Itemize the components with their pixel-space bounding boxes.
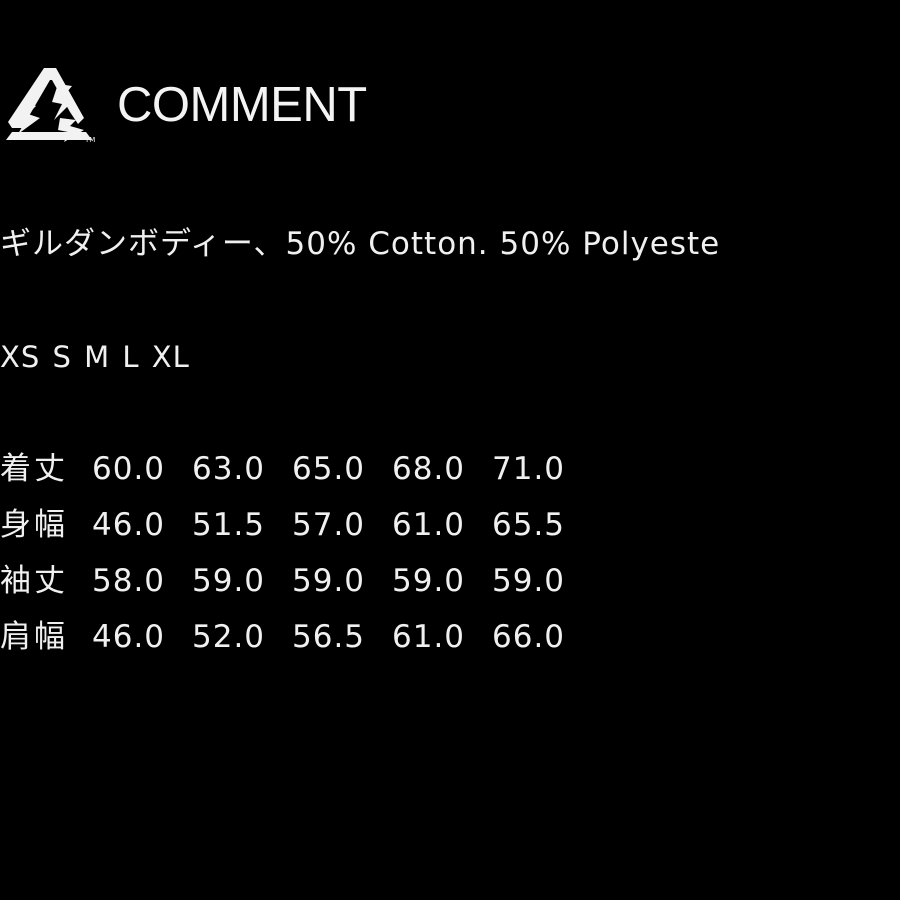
- measurement-value: 46.0: [92, 507, 166, 543]
- measurement-label: 袖丈: [0, 563, 68, 599]
- measurement-table: 着丈 60.0 63.0 65.0 68.0 71.0 身幅 46.0 51.5…: [0, 443, 592, 667]
- measurement-value: 59.0: [292, 563, 366, 599]
- measurement-value: 63.0: [192, 451, 266, 487]
- measurement-row: 肩幅 46.0 52.0 56.5 61.0 66.0: [0, 611, 592, 667]
- material-description: ギルダンボディー、50% Cotton. 50% Polyeste: [0, 226, 721, 262]
- brand-name: COMMENT: [117, 78, 367, 132]
- svg-text:TM: TM: [84, 136, 95, 144]
- header: TM COMMENT: [0, 58, 900, 148]
- measurement-value: 65.0: [292, 451, 366, 487]
- measurement-value: 46.0: [92, 619, 166, 655]
- measurement-value: 65.5: [492, 507, 566, 543]
- measurement-value: 59.0: [192, 563, 266, 599]
- measurement-value: 60.0: [92, 451, 166, 487]
- measurement-row: 袖丈 58.0 59.0 59.0 59.0 59.0: [0, 555, 592, 611]
- measurement-value: 56.5: [292, 619, 366, 655]
- measurement-row: 身幅 46.0 51.5 57.0 61.0 65.5: [0, 499, 592, 555]
- measurement-value: 58.0: [92, 563, 166, 599]
- measurement-value: 68.0: [392, 451, 466, 487]
- measurement-label: 肩幅: [0, 619, 68, 655]
- measurement-value: 52.0: [192, 619, 266, 655]
- measurement-value: 51.5: [192, 507, 266, 543]
- size-options: XS S M L XL: [0, 340, 190, 374]
- measurement-value: 66.0: [492, 619, 566, 655]
- measurement-value: 57.0: [292, 507, 366, 543]
- measurement-label: 身幅: [0, 507, 68, 543]
- measurement-value: 59.0: [492, 563, 566, 599]
- measurement-value: 61.0: [392, 619, 466, 655]
- measurement-row: 着丈 60.0 63.0 65.0 68.0 71.0: [0, 443, 592, 499]
- measurement-value: 59.0: [392, 563, 466, 599]
- measurement-value: 61.0: [392, 507, 466, 543]
- measurement-value: 71.0: [492, 451, 566, 487]
- triangle-lightning-logo-icon: TM: [0, 62, 100, 144]
- measurement-label: 着丈: [0, 451, 68, 487]
